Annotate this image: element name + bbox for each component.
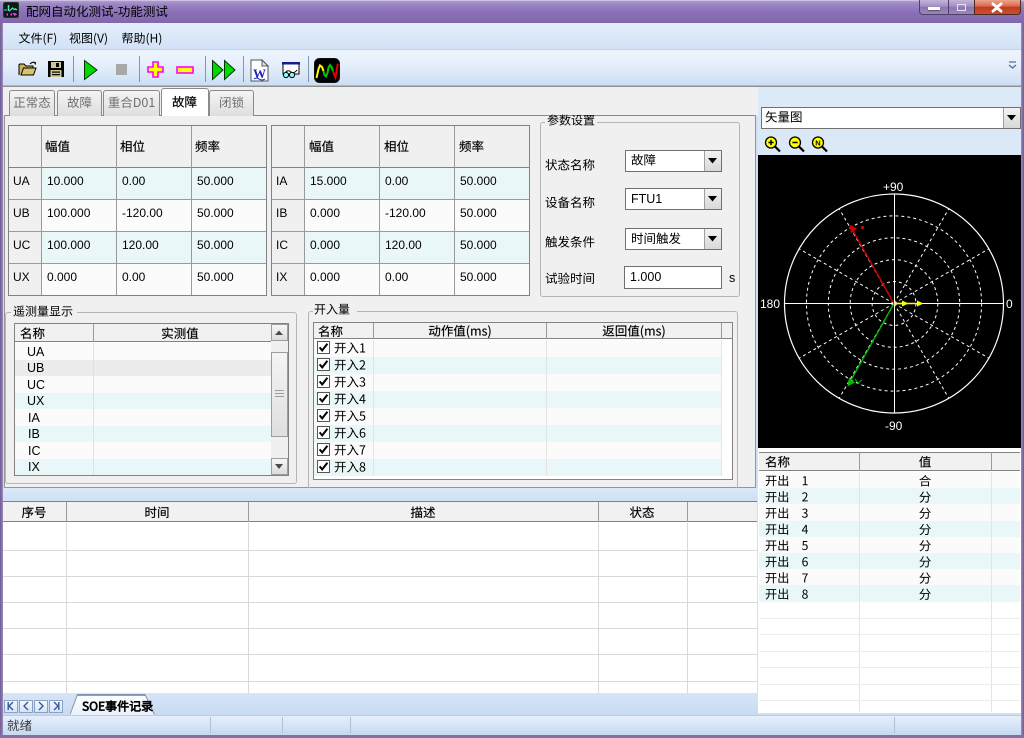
svg-text:0: 0 (1006, 297, 1013, 311)
svg-text:-90: -90 (885, 419, 903, 433)
svg-text:180: 180 (760, 297, 780, 311)
svg-text:N: N (815, 139, 820, 148)
svg-text:+90: +90 (883, 180, 904, 194)
